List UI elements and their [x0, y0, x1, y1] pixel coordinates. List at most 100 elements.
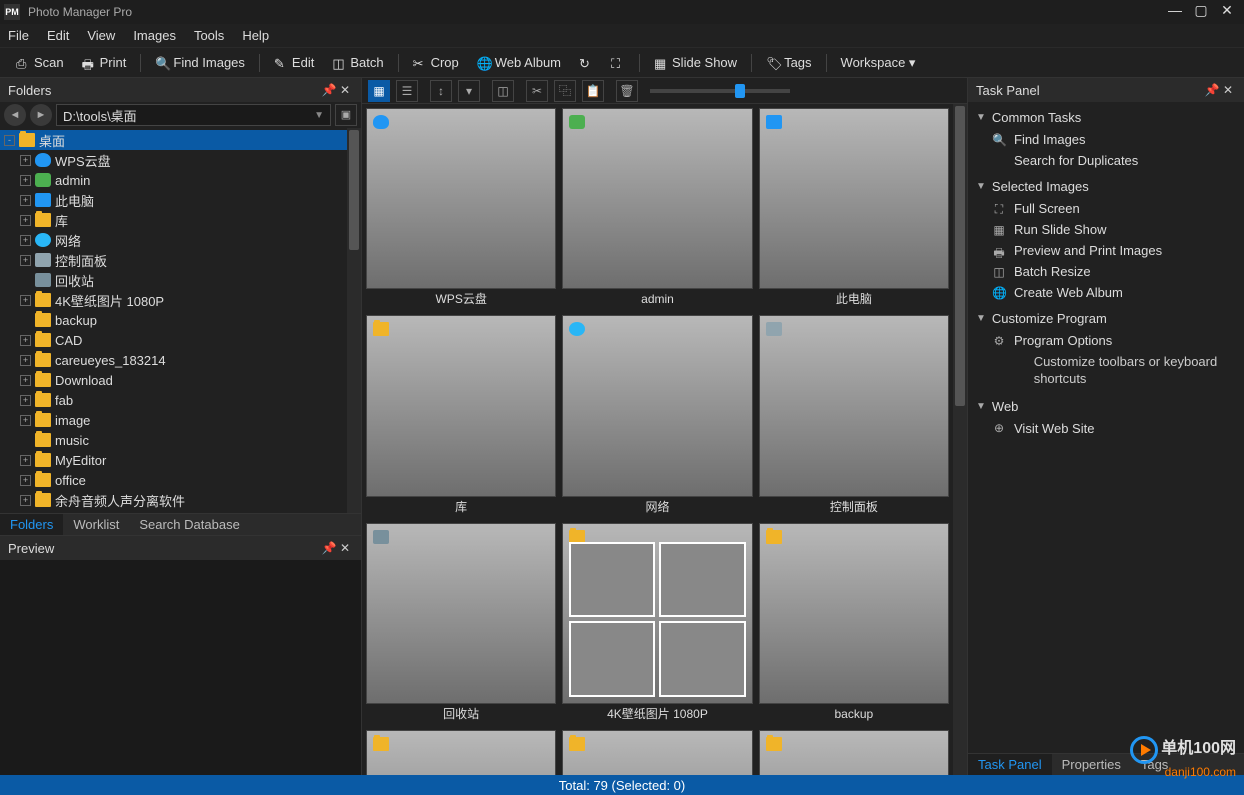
tree-node[interactable]: +余舟音频人声分离软件: [0, 490, 347, 510]
thumbnail-item[interactable]: 回收站: [366, 523, 556, 724]
toolbar-edit-button[interactable]: ✎Edit: [268, 53, 320, 72]
tree-node[interactable]: +image: [0, 410, 347, 430]
menu-help[interactable]: Help: [242, 28, 269, 43]
menu-view[interactable]: View: [87, 28, 115, 43]
task-group-header[interactable]: ▼Common Tasks: [974, 106, 1238, 129]
task-item[interactable]: Search for Duplicates: [974, 150, 1238, 171]
close-icon[interactable]: ✕: [337, 541, 353, 555]
toolbar-print-button[interactable]: 🖶Print: [76, 53, 133, 72]
thumbnail-item[interactable]: 库: [366, 315, 556, 516]
tab-search-database[interactable]: Search Database: [129, 514, 249, 536]
thumbnail-item[interactable]: 此电脑: [759, 108, 949, 309]
task-item[interactable]: 🔍Find Images: [974, 129, 1238, 150]
tree-node[interactable]: +MyEditor: [0, 450, 347, 470]
tree-node[interactable]: +CAD: [0, 330, 347, 350]
thumbnail-item[interactable]: [366, 730, 556, 775]
toolbar-tags-button[interactable]: 🏷Tags: [760, 53, 817, 72]
expand-icon[interactable]: +: [20, 195, 31, 206]
toolbar-batch-button[interactable]: ◫Batch: [326, 53, 389, 72]
menu-file[interactable]: File: [8, 28, 29, 43]
task-item[interactable]: 🖶Preview and Print Images: [974, 240, 1238, 261]
expand-icon[interactable]: +: [20, 215, 31, 226]
menu-edit[interactable]: Edit: [47, 28, 69, 43]
delete-button[interactable]: 🗑: [616, 80, 638, 102]
task-item[interactable]: ▦Run Slide Show: [974, 219, 1238, 240]
expand-icon[interactable]: +: [20, 495, 31, 506]
tree-node[interactable]: +网络: [0, 230, 347, 250]
pin-icon[interactable]: 📌: [1204, 83, 1220, 97]
folder-tree[interactable]: -桌面+WPS云盘+admin+此电脑+库+网络+控制面板回收站+4K壁纸图片 …: [0, 128, 347, 513]
thumbnail-item[interactable]: [562, 730, 752, 775]
pin-icon[interactable]: 📌: [321, 541, 337, 555]
minimize-button[interactable]: —: [1162, 3, 1188, 21]
task-group-header[interactable]: ▼Web: [974, 395, 1238, 418]
expand-icon[interactable]: +: [20, 395, 31, 406]
tab-task-panel[interactable]: Task Panel: [968, 754, 1052, 776]
zoom-thumb[interactable]: [735, 84, 745, 98]
path-input[interactable]: D:\tools\桌面 ▼: [56, 104, 331, 126]
expand-icon[interactable]: +: [20, 175, 31, 186]
tree-node[interactable]: +admin: [0, 170, 347, 190]
task-item[interactable]: ◫Batch Resize: [974, 261, 1238, 282]
tree-node[interactable]: +库: [0, 210, 347, 230]
task-item[interactable]: Customize toolbars or keyboard shortcuts: [974, 351, 1238, 391]
pin-icon[interactable]: 📌: [321, 83, 337, 97]
toolbar-find-images-button[interactable]: 🔍Find Images: [149, 53, 251, 72]
toolbar-workspace-▾-button[interactable]: Workspace ▾: [835, 53, 922, 73]
task-item[interactable]: ⚙Program Options: [974, 330, 1238, 351]
close-button[interactable]: ✕: [1214, 3, 1240, 21]
tree-node[interactable]: 回收站: [0, 270, 347, 290]
task-item[interactable]: 🌐Create Web Album: [974, 282, 1238, 303]
expand-icon[interactable]: +: [20, 455, 31, 466]
thumbnail-item[interactable]: backup: [759, 523, 949, 724]
expand-icon[interactable]: +: [20, 255, 31, 266]
close-icon[interactable]: ✕: [337, 83, 353, 97]
expand-icon[interactable]: +: [20, 295, 31, 306]
tree-node[interactable]: +fab: [0, 390, 347, 410]
nav-back-button[interactable]: ◄: [4, 104, 26, 126]
toolbar-crop-button[interactable]: ✂Crop: [407, 53, 465, 72]
tree-node[interactable]: music: [0, 430, 347, 450]
tree-node[interactable]: +控制面板: [0, 250, 347, 270]
zoom-slider[interactable]: [650, 89, 790, 93]
toolbar-slide-show-button[interactable]: ▦Slide Show: [648, 53, 743, 72]
tree-node[interactable]: +careueyes_183214: [0, 350, 347, 370]
thumbnail-item[interactable]: 控制面板: [759, 315, 949, 516]
thumbnail-item[interactable]: [759, 730, 949, 775]
thumbnail-item[interactable]: 网络: [562, 315, 752, 516]
nav-fwd-button[interactable]: ►: [30, 104, 52, 126]
tab-tags[interactable]: Tags: [1131, 754, 1178, 776]
tree-node[interactable]: -桌面: [0, 130, 347, 150]
task-item[interactable]: ⛶Full Screen: [974, 198, 1238, 219]
tab-folders[interactable]: Folders: [0, 514, 63, 536]
tree-node[interactable]: +此电脑: [0, 190, 347, 210]
close-icon[interactable]: ✕: [1220, 83, 1236, 97]
tree-node[interactable]: +4K壁纸图片 1080P: [0, 290, 347, 310]
expand-icon[interactable]: +: [20, 355, 31, 366]
sort-button[interactable]: ↕: [430, 80, 452, 102]
tree-node[interactable]: +WPS云盘: [0, 150, 347, 170]
menu-images[interactable]: Images: [133, 28, 176, 43]
task-group-header[interactable]: ▼Customize Program: [974, 307, 1238, 330]
chevron-down-icon[interactable]: ▼: [314, 110, 324, 121]
view-grid-button[interactable]: ▦: [368, 80, 390, 102]
expand-icon[interactable]: +: [20, 375, 31, 386]
path-go-button[interactable]: ▣: [335, 104, 357, 126]
task-group-header[interactable]: ▼Selected Images: [974, 175, 1238, 198]
thumbnail-item[interactable]: WPS云盘: [366, 108, 556, 309]
tab-properties[interactable]: Properties: [1052, 754, 1131, 776]
expand-icon[interactable]: +: [20, 415, 31, 426]
thumbnail-item[interactable]: 4K壁纸图片 1080P: [562, 523, 752, 724]
tree-node[interactable]: +Download: [0, 370, 347, 390]
tab-worklist[interactable]: Worklist: [63, 514, 129, 536]
tree-node[interactable]: +office: [0, 470, 347, 490]
toolbar-scan-button[interactable]: ⎙Scan: [10, 53, 70, 72]
tree-node[interactable]: backup: [0, 310, 347, 330]
toolbar-↻-button[interactable]: ↻: [573, 54, 599, 72]
tree-scrollbar[interactable]: [347, 128, 361, 513]
grid-scrollbar[interactable]: [953, 104, 967, 775]
expand-icon[interactable]: -: [4, 135, 15, 146]
new-button[interactable]: ◫: [492, 80, 514, 102]
toolbar-web-album-button[interactable]: 🌐Web Album: [471, 53, 567, 72]
view-list-button[interactable]: ☰: [396, 80, 418, 102]
